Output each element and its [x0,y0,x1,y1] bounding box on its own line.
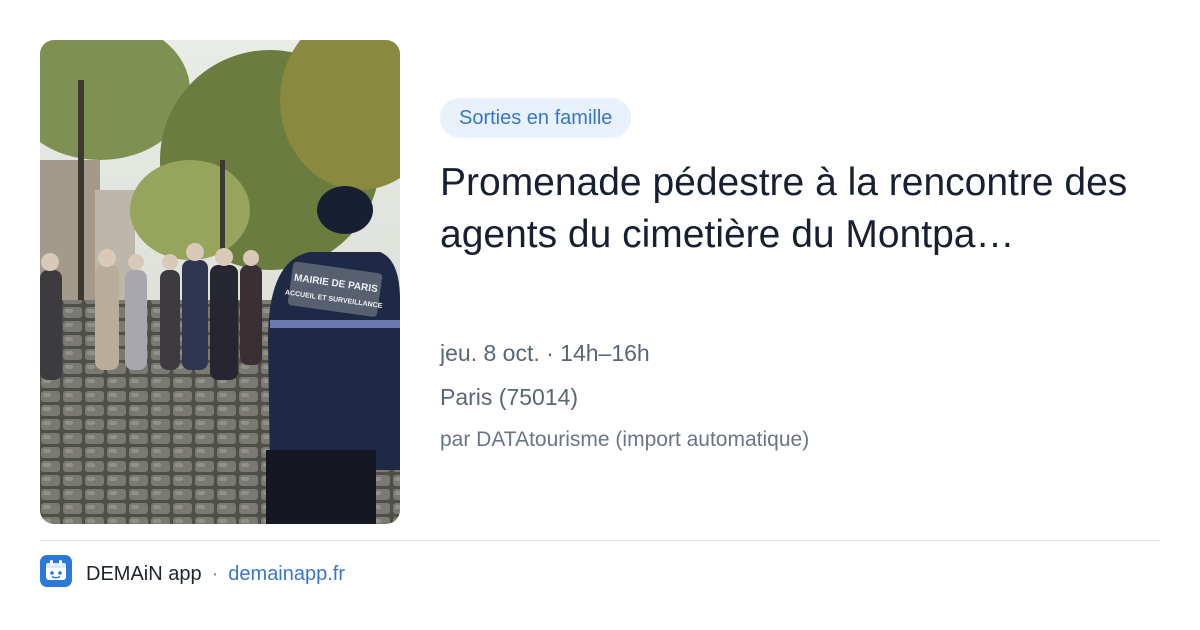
event-title[interactable]: Promenade pédestre à la rencontre des ag… [440,157,1170,261]
event-source: par DATAtourisme (import automatique) [440,428,810,451]
footer-divider [40,540,1160,541]
demain-app-icon[interactable] [40,555,86,593]
site-link[interactable]: demainapp.fr [228,563,345,586]
event-photo[interactable]: MAIRIE DE PARIS ACCUEIL ET SURVEILLANCE [40,40,400,524]
footer: DEMAiN app · demainapp.fr [40,555,345,593]
event-photo-illustration: MAIRIE DE PARIS ACCUEIL ET SURVEILLANCE [40,40,400,524]
footer-separator: · [211,562,219,585]
event-location: Paris (75014) [440,384,579,410]
category-badge[interactable]: Sorties en famille [440,98,632,138]
event-date-time: jeu. 8 oct. · 14h–16h [440,340,650,366]
app-name: DEMAiN app [86,562,202,585]
